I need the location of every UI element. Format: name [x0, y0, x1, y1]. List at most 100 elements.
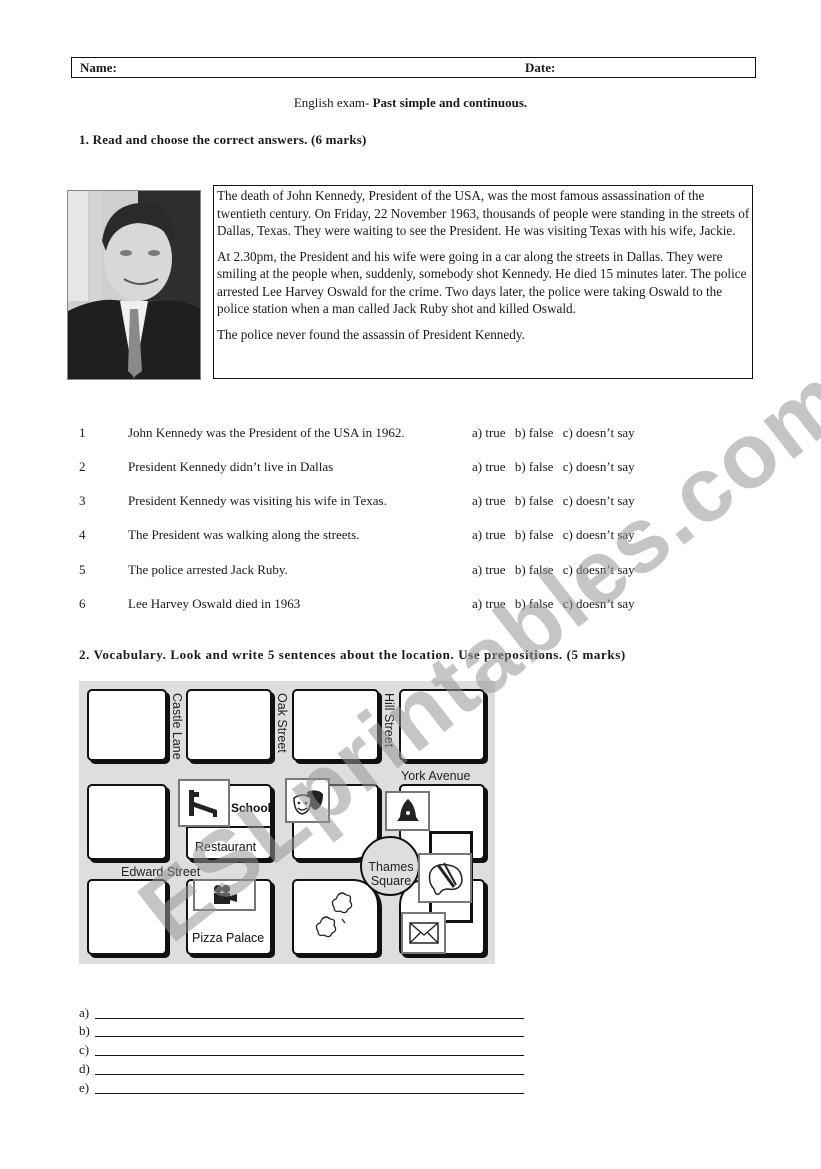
question-row: 4 The President was walking along the st…: [79, 527, 679, 545]
town-map: Castle Lane Oak Street Hill Street York …: [79, 681, 495, 964]
place-label-restaurant: Restaurant: [195, 840, 257, 854]
option-doesnt-say[interactable]: c) doesn’t say: [563, 459, 635, 474]
section1-heading: 1. Read and choose the correct answers. …: [79, 132, 367, 147]
question-text: President Kennedy didn’t live in Dallas: [128, 459, 334, 474]
answer-line-row: d): [79, 1061, 524, 1079]
map-block: [87, 879, 167, 955]
answer-options: a) true b) false c) doesn’t say: [472, 562, 641, 578]
question-text: The President was walking along the stre…: [128, 527, 360, 542]
question-text: President Kennedy was visiting his wife …: [128, 493, 387, 508]
option-doesnt-say[interactable]: c) doesn’t say: [563, 562, 635, 577]
map-block: [186, 689, 272, 761]
art-gallery-icon-box: [418, 853, 472, 903]
question-row: 5 The police arrested Jack Ruby. a) true…: [79, 562, 679, 580]
answer-line-row: a): [79, 1005, 524, 1023]
option-true[interactable]: a) true: [472, 425, 506, 440]
question-text: Lee Harvey Oswald died in 1963: [128, 596, 301, 611]
reading-paragraph: The police never found the assassin of P…: [217, 326, 525, 342]
answer-line-d[interactable]: [95, 1074, 524, 1075]
option-doesnt-say[interactable]: c) doesn’t say: [563, 596, 635, 611]
option-true[interactable]: a) true: [472, 493, 506, 508]
answer-line-row: b): [79, 1023, 524, 1041]
question-number: 6: [79, 596, 86, 611]
option-true[interactable]: a) true: [472, 596, 506, 611]
option-false[interactable]: b) false: [515, 562, 554, 577]
option-true[interactable]: a) true: [472, 527, 506, 542]
answer-line-row: c): [79, 1042, 524, 1060]
question-number: 3: [79, 493, 86, 508]
answer-options: a) true b) false c) doesn’t say: [472, 596, 641, 612]
question-number: 1: [79, 425, 86, 440]
date-label: Date:: [525, 60, 556, 75]
kennedy-photo: [67, 190, 201, 380]
place-label-pizza-palace: Pizza Palace: [192, 931, 265, 945]
street-label-hill-street: Hill Street: [382, 693, 396, 748]
reading-paragraph: The death of John Kennedy, President of …: [217, 188, 750, 238]
street-label-thames-square: Thames Square: [368, 860, 414, 888]
question-number: 2: [79, 459, 86, 474]
portrait-illustration: [68, 191, 200, 379]
question-row: 6 Lee Harvey Oswald died in 1963 a) true…: [79, 596, 679, 614]
paint-palette-icon: [428, 862, 463, 896]
answer-line-b[interactable]: [95, 1036, 524, 1037]
place-label-school: School: [231, 801, 272, 815]
map-block: [87, 689, 167, 761]
reading-paragraph: At 2.30pm, the President and his wife we…: [217, 248, 747, 317]
answer-label: b): [79, 1023, 90, 1038]
answer-options: a) true b) false c) doesn’t say: [472, 527, 641, 543]
exam-title-topic: Past simple and continuous.: [372, 95, 528, 110]
hotel-icon-box: [178, 779, 230, 827]
street-label-oak-street: Oak Street: [275, 693, 289, 753]
cinema-icon-box: [193, 879, 256, 911]
option-false[interactable]: b) false: [515, 527, 554, 542]
option-false[interactable]: b) false: [515, 425, 554, 440]
post-office-icon-box: [401, 912, 446, 954]
answer-options: a) true b) false c) doesn’t say: [472, 425, 641, 441]
exam-title: English exam- Past simple and continuous…: [0, 95, 821, 111]
question-row: 1 John Kennedy was the President of the …: [79, 425, 679, 443]
question-number: 4: [79, 527, 86, 542]
answer-label: c): [79, 1042, 90, 1057]
question-row: 2 President Kennedy didn’t live in Dalla…: [79, 459, 679, 477]
exam-title-prefix: English exam-: [293, 95, 373, 110]
map-block: [292, 689, 379, 761]
theatre-icon-box: [285, 778, 330, 823]
question-text: John Kennedy was the President of the US…: [128, 425, 405, 440]
answer-line-c[interactable]: [95, 1055, 524, 1056]
question-number: 5: [79, 562, 86, 577]
answer-line-row: e): [79, 1080, 524, 1098]
option-true[interactable]: a) true: [472, 459, 506, 474]
answer-options: a) true b) false c) doesn’t say: [472, 459, 641, 475]
reading-passage: The death of John Kennedy, President of …: [213, 185, 753, 379]
answer-line-a[interactable]: [95, 1018, 524, 1019]
option-doesnt-say[interactable]: c) doesn’t say: [563, 493, 635, 508]
bed-icon: [189, 790, 217, 817]
police-icon-box: [385, 791, 430, 831]
question-text: The police arrested Jack Ruby.: [128, 562, 288, 577]
option-false[interactable]: b) false: [515, 459, 554, 474]
option-false[interactable]: b) false: [515, 596, 554, 611]
answer-label: d): [79, 1061, 90, 1076]
street-label-edward-street: Edward Street: [121, 865, 201, 879]
option-doesnt-say[interactable]: c) doesn’t say: [563, 527, 635, 542]
option-true[interactable]: a) true: [472, 562, 506, 577]
theatre-masks-icon: [292, 789, 323, 815]
answer-options: a) true b) false c) doesn’t say: [472, 493, 641, 509]
option-doesnt-say[interactable]: c) doesn’t say: [563, 425, 635, 440]
answer-label: a): [79, 1005, 90, 1020]
answer-line-e[interactable]: [95, 1093, 524, 1094]
answer-label: e): [79, 1080, 90, 1095]
street-label-york-avenue: York Avenue: [401, 769, 471, 783]
name-label: Name:: [80, 60, 117, 75]
cinema-camera-icon: [213, 885, 237, 904]
bell-icon: [396, 799, 419, 821]
street-label-castle-lane: Castle Lane: [170, 693, 184, 760]
question-row: 3 President Kennedy was visiting his wif…: [79, 493, 679, 511]
tree-icon: [315, 892, 353, 938]
park-trees: [312, 889, 362, 945]
envelope-icon: [408, 922, 439, 944]
name-date-box: Name: Date:: [71, 57, 756, 78]
option-false[interactable]: b) false: [515, 493, 554, 508]
section2-heading: 2. Vocabulary. Look and write 5 sentence…: [79, 647, 626, 662]
map-block: [87, 784, 167, 860]
